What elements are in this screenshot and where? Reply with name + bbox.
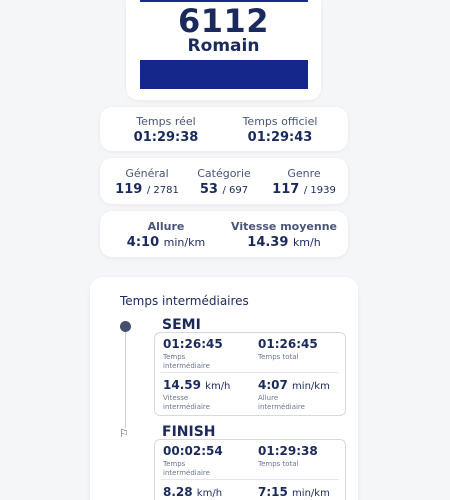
finish-divider [161, 479, 339, 480]
split-time-label-2: intermédiaire [163, 362, 210, 370]
pace-card: Allure 4:10 min/km Vitesse moyenne 14.39… [100, 211, 348, 257]
general-rank-total: / 2781 [146, 185, 179, 196]
split-name-finish: FINISH [162, 424, 216, 440]
gender-rank-total: / 1939 [303, 185, 336, 196]
split-time-value: 01:26:45 [163, 337, 223, 351]
finish-speed-cell: 8.28 km/h [163, 485, 222, 499]
finish-total-time-cell: 01:29:38 Temps total [258, 444, 318, 469]
split-speed-label-1: Vitesse [163, 394, 189, 402]
real-time: Temps réel 01:29:38 [120, 115, 212, 145]
split-speed-value: 14.59 [163, 378, 201, 392]
official-time-label: Temps officiel [242, 115, 318, 128]
gender-label: Genre [287, 167, 321, 180]
split-divider [161, 372, 339, 373]
finish-speed-unit: km/h [196, 488, 223, 499]
flag-icon: ⚐ [119, 427, 129, 440]
splits-title: Temps intermédiaires [120, 294, 249, 308]
official-time-value: 01:29:43 [247, 130, 313, 145]
split-pace-unit: min/km [292, 381, 330, 392]
split-speed-label-2: intermédiaire [163, 403, 210, 411]
category-rank-total: / 697 [222, 185, 249, 196]
split-time-cell: 01:26:45 Temps intermédiaire [163, 337, 223, 371]
speed-value: 14.39 [247, 235, 289, 250]
rankings-card: Général 119 / 2781 Catégorie 53 / 697 Ge… [100, 158, 348, 204]
split-speed-unit: km/h [205, 381, 231, 392]
speed-unit: km/h [292, 236, 321, 249]
split-speed-cell: 14.59 km/h Vitesse intermédiaire [163, 378, 230, 412]
split-box-semi[interactable]: 01:26:45 Temps intermédiaire 01:26:45 Tem… [154, 332, 346, 416]
finish-pace-value: 7:15 [258, 485, 288, 499]
finish-total-time-label: Temps total [258, 460, 299, 468]
general-rank-value: 119 [115, 182, 143, 197]
real-time-value: 01:29:38 [133, 130, 199, 145]
timeline-line [125, 328, 126, 428]
category-label: Catégorie [197, 167, 251, 180]
speed-stat: Vitesse moyenne 14.39 km/h [226, 220, 342, 250]
total-time-value: 01:26:45 [258, 337, 318, 351]
real-time-label: Temps réel [136, 115, 196, 128]
bib-card: 6112 Romain [126, 0, 321, 100]
split-pace-value: 4:07 [258, 378, 288, 392]
finish-split-time-label-1: Temps [163, 460, 186, 468]
category-rank: Catégorie 53 / 697 [188, 167, 260, 197]
finish-speed-value: 8.28 [163, 485, 193, 499]
general-label: Général [125, 167, 169, 180]
pace-value: 4:10 [126, 235, 160, 250]
finish-pace-unit: min/km [292, 488, 330, 499]
finish-total-time-value: 01:29:38 [258, 444, 318, 458]
pace-label: Allure [147, 220, 185, 233]
times-card: Temps réel 01:29:38 Temps officiel 01:29… [100, 107, 348, 151]
pace-unit: min/km [163, 236, 206, 249]
runner-name: Romain [187, 36, 260, 56]
total-time-cell: 01:26:45 Temps total [258, 337, 318, 362]
split-name-semi: SEMI [162, 317, 201, 333]
general-rank: Général 119 / 2781 [110, 167, 184, 197]
dot-icon [120, 321, 131, 332]
split-box-finish[interactable]: 00:02:54 Temps intermédiaire 01:29:38 Tem… [154, 439, 346, 500]
total-time-label: Temps total [258, 353, 299, 361]
bib-band [140, 60, 308, 89]
split-pace-label-2: intermédiaire [258, 403, 305, 411]
gender-rank: Genre 117 / 1939 [266, 167, 342, 197]
finish-split-time-cell: 00:02:54 Temps intermédiaire [163, 444, 223, 478]
finish-split-time-label-2: intermédiaire [163, 469, 210, 477]
finish-split-time-value: 00:02:54 [163, 444, 223, 458]
pace-stat: Allure 4:10 min/km [114, 220, 218, 250]
split-pace-cell: 4:07 min/km Allure intermédiaire [258, 378, 330, 412]
finish-pace-cell: 7:15 min/km [258, 485, 330, 499]
speed-label: Vitesse moyenne [231, 220, 337, 233]
bib-number: 6112 [177, 2, 270, 40]
split-time-label-1: Temps [163, 353, 186, 361]
official-time: Temps officiel 01:29:43 [230, 115, 330, 145]
category-rank-value: 53 [199, 182, 218, 197]
gender-rank-value: 117 [272, 182, 300, 197]
split-pace-label-1: Allure [258, 394, 279, 402]
